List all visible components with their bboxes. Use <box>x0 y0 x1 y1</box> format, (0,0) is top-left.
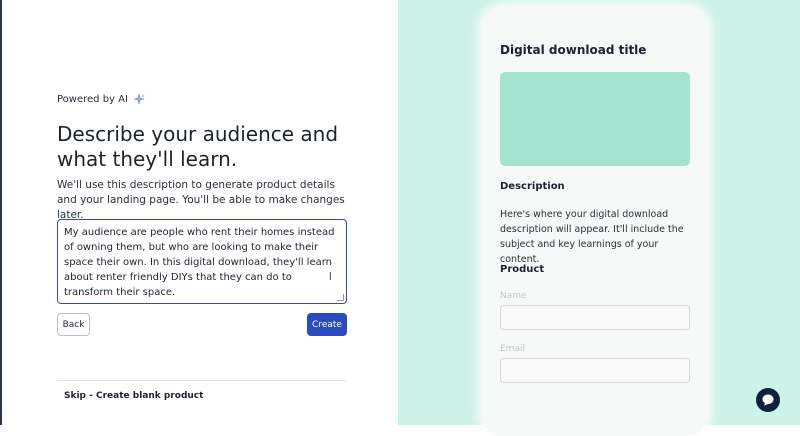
resize-handle[interactable] <box>337 294 344 301</box>
chat-bubble-icon <box>762 394 774 406</box>
sparkle-icon <box>133 93 145 105</box>
preview-image-placeholder <box>500 72 690 166</box>
chat-button[interactable] <box>756 388 780 412</box>
name-field[interactable] <box>500 305 690 330</box>
skip-create-blank-link[interactable]: Skip - Create blank product <box>64 391 203 401</box>
phone-preview: Digital download title Description Here'… <box>481 6 709 436</box>
create-button[interactable]: Create <box>307 313 347 336</box>
preview-product-heading: Product <box>500 264 545 275</box>
email-field[interactable] <box>500 358 690 383</box>
powered-by-ai: Powered by AI <box>57 93 145 105</box>
page-subtitle: We'll use this description to generate p… <box>57 179 345 221</box>
text-cursor-icon: I <box>328 270 332 283</box>
preview-title: Digital download title <box>500 43 647 57</box>
divider <box>57 380 347 381</box>
audience-description-value[interactable]: My audience are people who rent their ho… <box>64 225 340 300</box>
name-field-label: Name <box>500 291 527 301</box>
powered-by-label: Powered by AI <box>57 93 128 105</box>
email-field-label: Email <box>500 344 525 354</box>
preview-description-heading: Description <box>500 181 565 192</box>
audience-description-textarea[interactable]: My audience are people who rent their ho… <box>57 219 347 304</box>
back-button[interactable]: Back <box>57 313 90 336</box>
preview-description-text: Here's where your digital download descr… <box>500 209 684 265</box>
form-panel: Powered by AI Describe your audience and… <box>0 0 398 425</box>
page-title: Describe your audience and what they'll … <box>57 122 339 171</box>
